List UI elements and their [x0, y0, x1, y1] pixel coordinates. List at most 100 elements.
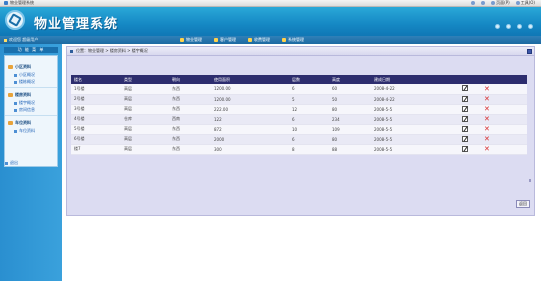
delete-cell: ✕ [481, 94, 527, 105]
table-cell: 1号楼 [71, 84, 121, 95]
table-body: 1号楼 高层 东西 1200.00 6 60 2008-4-22 ✕ 2号楼 高层 东西 1200.0… [71, 84, 527, 155]
tools-menu[interactable]: 工具(O) [515, 0, 535, 6]
table-row: 2号楼 高层 东西 1200.00 5 50 2008-4-22 ✕ [71, 94, 527, 105]
sidebar-panel: 小区资料 小区概况 楼栋概况 楼房资料 楼宇概况 房间信息 车位资料 车位资料 [4, 55, 58, 167]
table-cell: 6号楼 [71, 134, 121, 145]
col-header-name: 楼名 [74, 76, 82, 82]
delete-icon[interactable]: ✕ [484, 85, 490, 92]
folder-icon [282, 38, 286, 42]
sidebar-link-community-overview[interactable]: 小区概况 [14, 72, 35, 78]
table-cell: 300 [211, 144, 289, 155]
edit-icon[interactable] [462, 145, 468, 152]
delete-cell: ✕ [481, 104, 527, 115]
col-header-date: 建成日期 [374, 76, 390, 82]
table-cell: 高层 [121, 104, 169, 115]
delete-cell: ✕ [481, 114, 527, 125]
doc-icon [14, 101, 17, 105]
table-cell: 5号楼 [71, 124, 121, 135]
table-cell: 2008-5-5 [371, 144, 459, 155]
table-cell: 2000 [211, 134, 289, 145]
table-row: 4号楼 仓库 西南 122 6 234 2008-5-5 ✕ [71, 114, 527, 125]
sidebar-group-community[interactable]: 小区资料 [8, 64, 31, 70]
help-icon[interactable] [517, 24, 522, 29]
sidebar-link-parking-info[interactable]: 车位资料 [14, 128, 35, 134]
col-header-height: 高度 [332, 76, 340, 82]
delete-icon[interactable]: ✕ [484, 96, 490, 103]
sidebar-logout-link[interactable]: 退出 [5, 160, 18, 166]
location-icon [70, 49, 73, 53]
delete-icon[interactable]: ✕ [484, 106, 490, 113]
delete-icon[interactable]: ✕ [484, 126, 490, 133]
edit-icon[interactable] [462, 105, 468, 112]
edit-icon[interactable] [462, 115, 468, 122]
nav-item-fees[interactable]: 收费管理 [248, 37, 270, 43]
table-cell: 10 [289, 124, 329, 135]
exit-icon [5, 161, 8, 165]
sidebar-link-building-overview[interactable]: 楼栋概况 [14, 79, 35, 85]
edit-cell [459, 114, 481, 125]
delete-cell: ✕ [481, 144, 527, 155]
table-cell: 234 [329, 114, 371, 125]
edit-cell [459, 134, 481, 145]
table-cell: 1200.00 [211, 94, 289, 105]
header-icons [495, 24, 533, 29]
breadcrumb: 位置：物业管理 > 楼房资料 > 楼宇概况 [67, 47, 534, 56]
nav-strip: 欢迎您 超级用户 物业管理 客户管理 收费管理 系统管理 [0, 36, 541, 44]
sidebar-link-tower-overview[interactable]: 楼宇概况 [14, 100, 35, 106]
home-icon[interactable] [495, 24, 500, 29]
nav-item-customer[interactable]: 客户管理 [214, 37, 236, 43]
edit-icon[interactable] [462, 135, 468, 142]
sidebar-group-parking[interactable]: 车位资料 [8, 120, 31, 126]
app-title: 物业管理系统 [34, 17, 119, 32]
edit-icon[interactable] [462, 95, 468, 102]
edit-icon[interactable] [462, 125, 468, 132]
delete-icon[interactable]: ✕ [484, 136, 490, 143]
sidebar-link-room-info[interactable]: 房间信息 [14, 107, 35, 113]
edit-cell [459, 84, 481, 95]
folder-icon [8, 121, 13, 125]
doc-icon [14, 108, 17, 112]
home-icon[interactable] [471, 1, 476, 5]
table-cell: 6 [289, 134, 329, 145]
delete-icon[interactable]: ✕ [484, 146, 490, 153]
table-cell: 高层 [121, 144, 169, 155]
browser-tab[interactable]: 物业管理系统 [0, 0, 38, 7]
nav-menu: 物业管理 客户管理 收费管理 系统管理 [180, 37, 304, 43]
app-header: 物业管理系统 [0, 7, 541, 36]
user-icon [4, 38, 7, 42]
edit-cell [459, 94, 481, 105]
building-table-wrap: 楼名 类型 朝向 使用面积 层数 高度 建成日期 1号楼 高层 东西 1200.00 6… [71, 75, 531, 155]
edit-cell [459, 144, 481, 155]
table-cell: 88 [329, 144, 371, 155]
nav-item-property[interactable]: 物业管理 [180, 37, 202, 43]
refresh-icon[interactable] [506, 24, 511, 29]
delete-cell: ✕ [481, 84, 527, 95]
col-header-area: 使用面积 [214, 76, 230, 82]
user-info: 欢迎您 超级用户 [0, 37, 62, 43]
close-icon[interactable] [527, 49, 532, 54]
table-cell: 80 [329, 134, 371, 145]
table-cell: 872 [211, 124, 289, 135]
sidebar-group-buildings[interactable]: 楼房资料 [8, 92, 31, 98]
user-text: 欢迎您 超级用户 [9, 37, 39, 42]
table-cell: 高层 [121, 84, 169, 95]
table-cell: 东西 [169, 134, 211, 145]
edit-icon[interactable] [462, 85, 468, 92]
browser-tab-title: 物业管理系统 [10, 0, 34, 5]
delete-icon[interactable]: ✕ [484, 116, 490, 123]
table-cell: 6 [289, 84, 329, 95]
nav-item-system[interactable]: 系统管理 [282, 37, 304, 43]
scroll-indicator[interactable] [529, 179, 531, 182]
table-cell: 高层 [121, 134, 169, 145]
table-cell: 高层 [121, 94, 169, 105]
print-icon[interactable] [481, 1, 486, 5]
logout-icon[interactable] [528, 24, 533, 29]
page-menu[interactable]: 页面(P) [491, 0, 510, 6]
doc-icon [14, 129, 17, 133]
col-header-orientation: 朝向 [172, 76, 180, 82]
table-cell: 6 [289, 114, 329, 125]
return-button[interactable]: 返回 [516, 200, 530, 208]
table-cell: 80 [329, 104, 371, 115]
table-cell: 3号楼 [71, 104, 121, 115]
table-cell: 122 [211, 114, 289, 125]
